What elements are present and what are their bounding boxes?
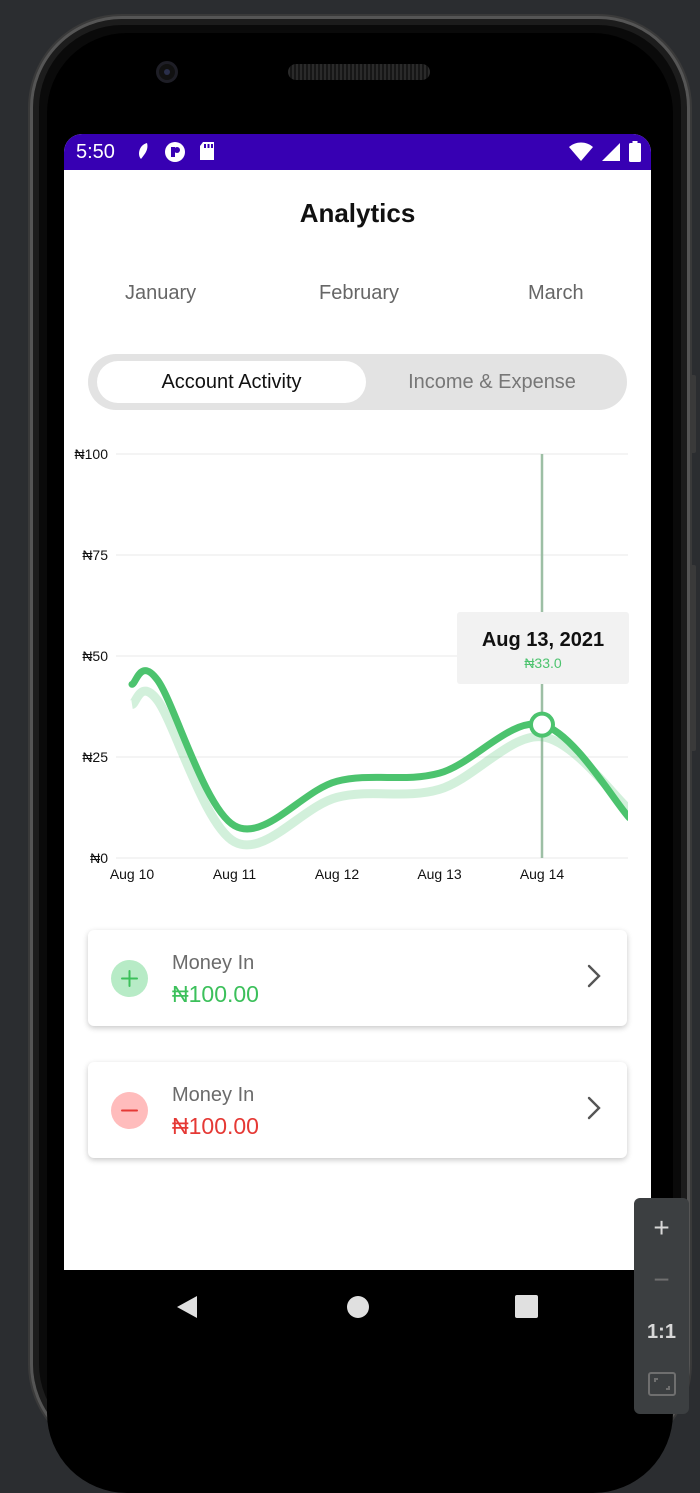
card-label: Money In [172, 1084, 255, 1106]
y-tick-label: ₦0 [90, 850, 108, 866]
tab-income-expense[interactable]: Income & Expense [366, 361, 618, 403]
recents-icon[interactable] [515, 1295, 538, 1318]
tooltip-date: Aug 13, 2021 [482, 629, 604, 651]
power-button [690, 375, 696, 453]
page-title: Analytics [299, 198, 416, 228]
selected-point [529, 711, 555, 738]
minus-icon [111, 1092, 148, 1129]
earpiece-speaker [288, 64, 430, 80]
x-tick-label: Aug 14 [520, 866, 565, 882]
card-label: Money In [172, 952, 255, 974]
money-in-card[interactable]: Money In ₦100.00 [88, 930, 627, 1026]
month-january[interactable]: January [125, 282, 196, 305]
sd-card-icon [200, 142, 214, 160]
navigation-bar [64, 1270, 651, 1350]
plus-icon [111, 960, 148, 997]
signal-icon [602, 142, 620, 161]
analytics-line-chart[interactable]: ₦100 ₦75 ₦50 ₦25 ₦0Aug 10 Aug 11 Aug 12 Aug 13 A… [64, 434, 651, 894]
home-icon[interactable] [346, 1295, 370, 1319]
x-tick-label: Aug 11 [213, 866, 257, 882]
x-tick-label: Aug 13 [417, 866, 462, 882]
app-screen: 5:50 Analytics January February March Ac… [64, 134, 651, 1270]
month-march[interactable]: March [528, 282, 584, 305]
leaf-notification-icon [139, 143, 148, 159]
app-notification-icon [165, 142, 185, 162]
y-tick-label: ₦50 [82, 648, 108, 664]
month-selector: January February March [64, 282, 651, 312]
status-time: 5:50 [76, 141, 115, 163]
segmented-control: Account Activity Income & Expense [88, 354, 627, 410]
y-tick-label: ₦25 [82, 749, 108, 765]
y-tick-label: ₦75 [82, 547, 108, 563]
battery-icon [629, 141, 641, 162]
x-tick-label: Aug 12 [315, 866, 360, 882]
month-february[interactable]: February [319, 282, 399, 305]
zoom-out-button[interactable]: − [634, 1254, 689, 1306]
wifi-icon [569, 142, 593, 161]
series-shadow-line [129, 686, 628, 850]
tab-account-activity[interactable]: Account Activity [97, 361, 366, 403]
status-bar: 5:50 [64, 134, 651, 170]
back-icon[interactable] [176, 1295, 198, 1319]
volume-button [690, 565, 696, 751]
fit-screen-icon[interactable] [634, 1358, 689, 1410]
money-out-card[interactable]: Money In ₦100.00 [88, 1062, 627, 1158]
zoom-in-button[interactable]: + [634, 1202, 689, 1254]
front-camera [156, 61, 178, 83]
x-tick-label: Aug 10 [110, 866, 155, 882]
y-tick-label: ₦100 [75, 446, 109, 462]
emulator-zoom-panel: + − 1:1 [634, 1198, 689, 1414]
chevron-right-icon [587, 964, 601, 988]
chevron-right-icon [587, 1096, 601, 1120]
card-amount: ₦100.00 [172, 1113, 259, 1139]
card-amount: ₦100.00 [172, 981, 259, 1007]
zoom-actual-size-button[interactable]: 1:1 [634, 1306, 689, 1358]
tooltip-value: ₦33.0 [524, 655, 562, 671]
